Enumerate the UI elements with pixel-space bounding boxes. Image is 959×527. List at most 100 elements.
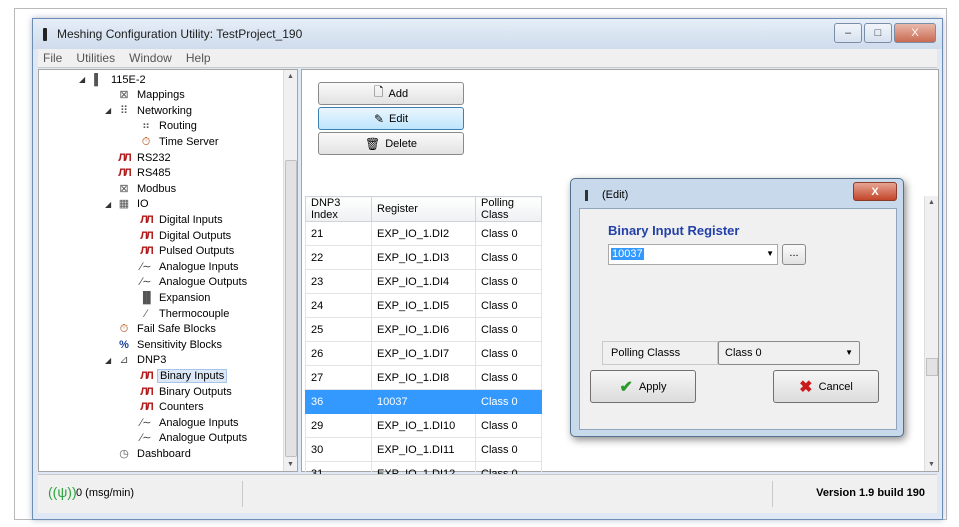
column-header-index[interactable]: DNP3 Index — [305, 196, 372, 222]
tree-item[interactable]: ⏱ Time Server — [139, 134, 221, 149]
scroll-up-icon[interactable]: ▲ — [287, 73, 294, 80]
tree-item[interactable]: ЛЛ Pulsed Outputs — [139, 244, 236, 259]
table-row[interactable]: 27 EXP_IO_1.DI8 Class 0 — [305, 365, 542, 390]
table-scrollbar[interactable]: ▲ ▼ — [924, 196, 938, 471]
menu-help[interactable]: Help — [181, 49, 217, 65]
tree-item[interactable]: ⠶ Routing — [139, 119, 199, 134]
tree-item[interactable]: ЛЛ Digital Outputs — [139, 228, 233, 243]
column-header-register[interactable]: Register — [371, 196, 476, 222]
cell-polling-class[interactable]: Class 0 — [475, 245, 542, 270]
apply-button[interactable]: ✔ Apply — [590, 370, 696, 403]
tree-item[interactable]: ◢ ⊿ DNP3 — [105, 353, 168, 368]
tree-item[interactable]: ◢ ⠿ Networking — [105, 103, 194, 118]
expander-icon[interactable]: ◢ — [105, 356, 113, 365]
cell-polling-class[interactable]: Class 0 — [475, 413, 542, 438]
tree-item[interactable]: ∕∼ Analogue Inputs — [139, 415, 241, 430]
table-row[interactable]: 36 10037 Class 0 — [305, 389, 542, 414]
table-row[interactable]: 23 EXP_IO_1.DI4 Class 0 — [305, 269, 542, 294]
scroll-down-icon[interactable]: ▼ — [287, 461, 294, 468]
delete-button[interactable]: 🗑 Delete — [318, 132, 464, 155]
tree-item[interactable]: ЛЛ RS485 — [117, 166, 173, 181]
table-row[interactable]: 25 EXP_IO_1.DI6 Class 0 — [305, 317, 542, 342]
tree-item[interactable]: ▐▌ Expansion — [139, 290, 212, 305]
cell-index[interactable]: 24 — [305, 293, 372, 318]
tree-item[interactable]: ЛЛ Digital Inputs — [139, 212, 225, 227]
table-row[interactable]: 24 EXP_IO_1.DI5 Class 0 — [305, 293, 542, 318]
cell-index[interactable]: 36 — [305, 389, 372, 414]
table-row[interactable]: 30 EXP_IO_1.DI11 Class 0 — [305, 437, 542, 462]
register-combo[interactable]: 10037 ▼ — [608, 244, 778, 265]
table-scroll-down-icon[interactable]: ▼ — [928, 461, 935, 468]
cell-register[interactable]: EXP_IO_1.DI8 — [371, 365, 476, 390]
tree-item[interactable]: ◢ ▦ IO — [105, 197, 151, 212]
close-button[interactable]: X — [894, 23, 936, 43]
cell-register[interactable]: EXP_IO_1.DI3 — [371, 245, 476, 270]
cancel-button[interactable]: ✖ Cancel — [773, 370, 879, 403]
tree-item[interactable]: ∕∼ Analogue Inputs — [139, 259, 241, 274]
cell-register[interactable]: EXP_IO_1.DI10 — [371, 413, 476, 438]
tree-item[interactable]: ∕∼ Analogue Outputs — [139, 431, 249, 446]
cell-index[interactable]: 29 — [305, 413, 372, 438]
menu-file[interactable]: File — [38, 49, 68, 65]
cell-polling-class[interactable]: Class 0 — [475, 341, 542, 366]
browse-button[interactable]: ... — [782, 244, 806, 265]
maximize-button[interactable]: □ — [864, 23, 892, 43]
table-scroll-thumb[interactable] — [926, 358, 938, 376]
expander-icon[interactable]: ◢ — [105, 106, 113, 115]
cell-register[interactable]: EXP_IO_1.DI2 — [371, 221, 476, 246]
column-header-polling-class[interactable]: Polling Class — [475, 196, 542, 222]
tree-item[interactable]: ⊠ Mappings — [117, 88, 187, 103]
dialog-title-bar[interactable]: (Edit) X — [571, 179, 903, 207]
cell-index[interactable]: 27 — [305, 365, 372, 390]
add-button[interactable]: 🗋 Add — [318, 82, 464, 105]
dialog-close-button[interactable]: X — [853, 182, 897, 201]
menu-window[interactable]: Window — [124, 49, 178, 65]
cell-polling-class[interactable]: Class 0 — [475, 293, 542, 318]
tree-item[interactable]: % Sensitivity Blocks — [117, 337, 224, 352]
tree-item[interactable]: ◷ Dashboard — [117, 446, 193, 461]
tree-item[interactable]: ⊠ Modbus — [117, 181, 178, 196]
cell-index[interactable]: 25 — [305, 317, 372, 342]
tree-item[interactable]: ∕∼ Analogue Outputs — [139, 275, 249, 290]
cell-polling-class[interactable]: Class 0 — [475, 269, 542, 294]
polling-class-select[interactable]: Class 0 ▼ — [718, 341, 860, 365]
cell-index[interactable]: 23 — [305, 269, 372, 294]
cell-polling-class[interactable]: Class 0 — [475, 389, 542, 414]
tree-item[interactable]: ЛЛ Binary Inputs — [139, 368, 228, 383]
polling-chevron-down-icon[interactable]: ▼ — [845, 348, 853, 357]
expander-icon[interactable]: ◢ — [105, 200, 113, 209]
cell-index[interactable]: 26 — [305, 341, 372, 366]
cell-register[interactable]: EXP_IO_1.DI7 — [371, 341, 476, 366]
tree-item[interactable]: ЛЛ Counters — [139, 400, 206, 415]
tree-item[interactable]: ◢ ▌ 115E-2 — [79, 72, 148, 87]
cell-polling-class[interactable]: Class 0 — [475, 317, 542, 342]
cell-register[interactable]: EXP_IO_1.DI11 — [371, 437, 476, 462]
cell-register[interactable]: EXP_IO_1.DI4 — [371, 269, 476, 294]
cell-index[interactable]: 30 — [305, 437, 372, 462]
cell-index[interactable]: 21 — [305, 221, 372, 246]
cell-polling-class[interactable]: Class 0 — [475, 365, 542, 390]
cell-register[interactable]: EXP_IO_1.DI6 — [371, 317, 476, 342]
tree-item[interactable]: ЛЛ RS232 — [117, 150, 173, 165]
expander-icon[interactable]: ◢ — [79, 75, 87, 84]
table-row[interactable]: 22 EXP_IO_1.DI3 Class 0 — [305, 245, 542, 270]
register-value[interactable]: 10037 — [611, 248, 644, 260]
cell-polling-class[interactable]: Class 0 — [475, 437, 542, 462]
table-row[interactable]: 26 EXP_IO_1.DI7 Class 0 — [305, 341, 542, 366]
tree-item[interactable]: ЛЛ Binary Outputs — [139, 384, 234, 399]
cell-register[interactable]: 10037 — [371, 389, 476, 414]
tree-scrollbar[interactable]: ▲ ▼ — [283, 70, 297, 471]
cell-register[interactable]: EXP_IO_1.DI5 — [371, 293, 476, 318]
table-row[interactable]: 29 EXP_IO_1.DI10 Class 0 — [305, 413, 542, 438]
title-bar[interactable]: Meshing Configuration Utility: TestProje… — [33, 19, 942, 49]
menu-utilities[interactable]: Utilities — [71, 49, 121, 65]
tree-item[interactable]: ⏱ Fail Safe Blocks — [117, 322, 218, 337]
tree-item[interactable]: ⁄ Thermocouple — [139, 306, 231, 321]
chevron-down-icon[interactable]: ▼ — [766, 249, 774, 258]
minimize-button[interactable]: – — [834, 23, 862, 43]
table-scroll-up-icon[interactable]: ▲ — [928, 199, 935, 206]
cell-index[interactable]: 22 — [305, 245, 372, 270]
tree-scroll-thumb[interactable] — [285, 160, 297, 457]
cell-polling-class[interactable]: Class 0 — [475, 221, 542, 246]
table-row[interactable]: 21 EXP_IO_1.DI2 Class 0 — [305, 221, 542, 246]
